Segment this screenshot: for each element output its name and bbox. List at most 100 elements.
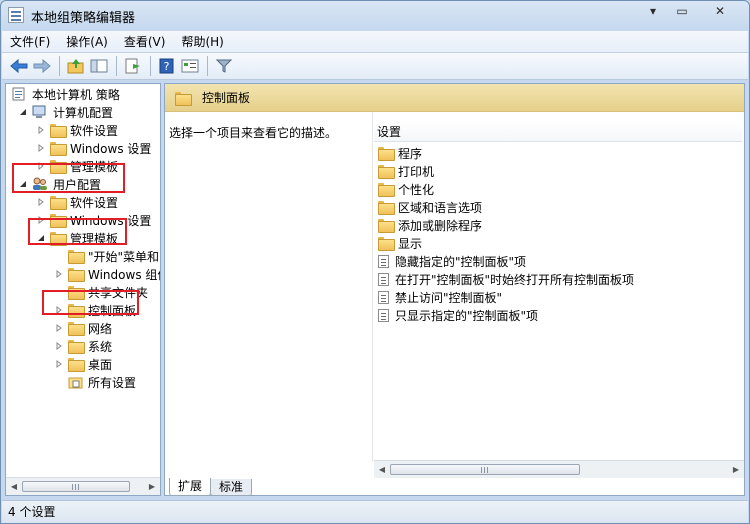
details-pane: 控制面板 选择一个项目来查看它的描述。 设置 程序 打印机 个性化 区域和语言选… <box>164 83 745 496</box>
policy-item-label: 在打开"控制面板"时始终打开所有控制面板项 <box>395 272 635 287</box>
folder-icon <box>68 340 85 354</box>
column-divider <box>372 112 373 462</box>
tree-node-desktop[interactable]: 桌面 <box>54 355 112 373</box>
list-item[interactable]: 区域和语言选项 <box>378 198 482 216</box>
list-item[interactable]: 程序 <box>378 144 422 162</box>
menu-action[interactable]: 操作(A) <box>58 32 116 52</box>
menu-file[interactable]: 文件(F) <box>2 32 58 52</box>
tree-node-cc-software[interactable]: 软件设置 <box>36 121 118 139</box>
folder-icon <box>50 142 67 156</box>
settings-column-header[interactable]: 设置 <box>374 122 742 142</box>
tree-label: 软件设置 <box>70 123 119 138</box>
svg-text:?: ? <box>164 60 170 73</box>
folder-icon <box>175 91 192 106</box>
details-horizontal-scrollbar[interactable]: ◀ ▶ <box>374 460 744 478</box>
tree-node-windows-components[interactable]: Windows 组件 <box>54 265 160 283</box>
settings-list: 设置 <box>374 122 742 142</box>
tree-node-start-menu[interactable]: "开始"菜单和 <box>54 247 159 265</box>
list-item[interactable]: 打印机 <box>378 162 434 180</box>
tree-node-system[interactable]: 系统 <box>54 337 112 355</box>
menu-help[interactable]: 帮助(H) <box>173 32 231 52</box>
export-list-icon[interactable] <box>122 55 144 77</box>
policy-setting-icon <box>378 272 389 286</box>
expand-triangle-icon[interactable] <box>36 143 46 153</box>
menu-view[interactable]: 查看(V) <box>116 32 174 52</box>
folder-icon <box>68 322 85 336</box>
policy-item-label: 禁止访问"控制面板" <box>395 290 503 305</box>
status-text: 4 个设置 <box>8 505 56 519</box>
expand-triangle-icon[interactable] <box>54 359 64 369</box>
details-header: 控制面板 <box>165 84 744 112</box>
folder-icon <box>378 237 395 251</box>
help-icon[interactable]: ? <box>156 55 178 77</box>
list-item[interactable]: 添加或删除程序 <box>378 216 482 234</box>
tree-node-computer-config[interactable]: 计算机配置 <box>18 103 113 121</box>
policy-item[interactable]: 在打开"控制面板"时始终打开所有控制面板项 <box>378 270 634 288</box>
tree-label: "开始"菜单和 <box>88 249 160 264</box>
tab-standard[interactable]: 标准 <box>210 479 253 496</box>
maximize-button[interactable]: ▭ <box>668 1 696 20</box>
expand-triangle-icon[interactable] <box>54 323 64 333</box>
list-item-label: 区域和语言选项 <box>398 200 483 215</box>
list-item-label: 个性化 <box>398 182 435 197</box>
tree-label: 本地计算机 策略 <box>32 87 120 102</box>
policy-document-icon <box>12 87 25 101</box>
tree-node-uc-software[interactable]: 软件设置 <box>36 193 118 211</box>
back-arrow-icon[interactable] <box>8 55 30 77</box>
policy-item-label: 只显示指定的"控制面板"项 <box>395 308 539 323</box>
folder-icon <box>378 201 395 215</box>
folder-icon <box>378 183 395 197</box>
highlight-user-config <box>12 163 125 193</box>
title-bar[interactable]: 本地组策略编辑器 ▾ ▭ ✕ <box>1 1 749 31</box>
scroll-right-icon[interactable]: ▶ <box>146 481 158 493</box>
expand-triangle-icon[interactable] <box>36 197 46 207</box>
scroll-left-icon[interactable]: ◀ <box>8 481 20 493</box>
scroll-left-icon[interactable]: ◀ <box>376 464 388 476</box>
highlight-control-panel <box>42 290 139 315</box>
policy-item[interactable]: 只显示指定的"控制面板"项 <box>378 306 538 324</box>
policy-item[interactable]: 禁止访问"控制面板" <box>378 288 502 306</box>
up-folder-icon[interactable] <box>65 55 87 77</box>
tree-horizontal-scrollbar[interactable]: ◀ ▶ <box>6 477 160 495</box>
expand-triangle-icon[interactable] <box>36 125 46 135</box>
tab-extended[interactable]: 扩展 <box>169 478 212 496</box>
list-item[interactable]: 显示 <box>378 234 422 252</box>
list-item-label: 程序 <box>398 146 423 161</box>
description-text: 选择一个项目来查看它的描述。 <box>169 126 338 140</box>
policy-editor-app-icon <box>8 7 24 23</box>
tree-node-cc-windows[interactable]: Windows 设置 <box>36 139 151 157</box>
toolbar-separator <box>116 56 117 76</box>
show-hide-tree-icon[interactable] <box>88 55 110 77</box>
policy-item[interactable]: 隐藏指定的"控制面板"项 <box>378 252 526 270</box>
highlight-admin-templates <box>28 218 127 245</box>
policy-setting-icon <box>378 290 389 304</box>
tree-label: Windows 组件 <box>88 267 160 282</box>
scroll-right-icon[interactable]: ▶ <box>730 464 742 476</box>
folder-icon <box>68 268 85 282</box>
settings-items: 程序 打印机 个性化 区域和语言选项 添加或删除程序 显示 隐藏指定的"控制面板… <box>374 144 742 444</box>
minimize-button[interactable]: ▾ <box>639 1 667 20</box>
tree-node-all-settings[interactable]: 所有设置 <box>54 373 136 391</box>
scrollbar-thumb[interactable] <box>390 464 580 475</box>
forward-arrow-icon[interactable] <box>31 55 53 77</box>
tree-node-network[interactable]: 网络 <box>54 319 112 337</box>
list-item[interactable]: 个性化 <box>378 180 434 198</box>
folder-icon <box>378 165 395 179</box>
scrollbar-thumb[interactable] <box>22 481 130 492</box>
tree-node-root[interactable]: 本地计算机 策略 <box>11 85 120 103</box>
collapse-triangle-icon[interactable] <box>18 107 28 117</box>
close-button[interactable]: ✕ <box>697 1 743 20</box>
tree-label: 所有设置 <box>88 375 137 390</box>
properties-icon[interactable] <box>179 55 201 77</box>
expand-triangle-icon[interactable] <box>54 269 64 279</box>
computer-icon <box>32 105 46 118</box>
filter-icon[interactable] <box>213 55 235 77</box>
folder-icon <box>50 196 67 210</box>
folder-icon <box>50 124 67 138</box>
folder-icon <box>68 250 85 264</box>
toolbar-separator <box>207 56 208 76</box>
window-controls: ▾ ▭ ✕ <box>638 1 743 21</box>
tree-label: 网络 <box>88 321 113 336</box>
expand-triangle-icon[interactable] <box>54 341 64 351</box>
